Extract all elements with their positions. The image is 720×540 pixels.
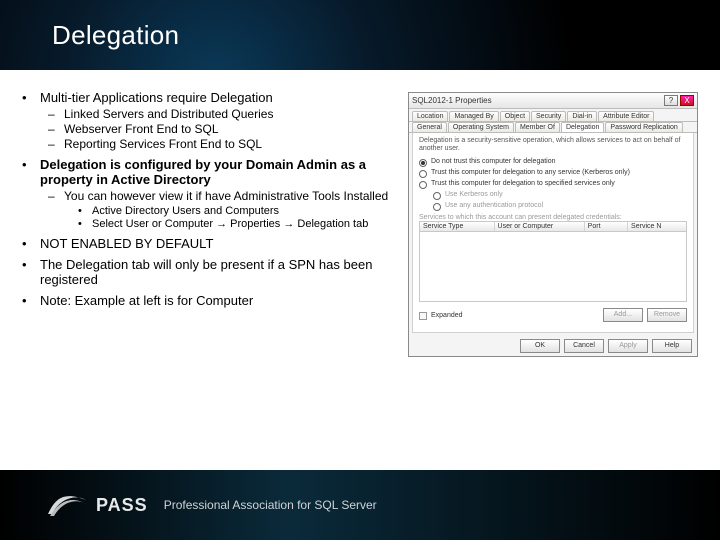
col-service-type: Service Type <box>420 222 495 231</box>
bullet-not-enabled: NOT ENABLED BY DEFAULT <box>18 236 408 251</box>
slide-title: Delegation <box>52 20 179 51</box>
checkbox-icon <box>419 312 427 320</box>
remove-button[interactable]: Remove <box>647 308 687 322</box>
help-button-footer[interactable]: Help <box>652 339 692 353</box>
tab-row-1: Location Managed By Object Security Dial… <box>409 109 697 122</box>
tab-object[interactable]: Object <box>500 111 530 121</box>
expanded-checkbox[interactable]: Expanded <box>419 312 463 320</box>
checkbox-label: Expanded <box>431 312 463 319</box>
delegation-note: Delegation is a security-sensitive opera… <box>419 137 687 154</box>
bullet-multi-tier: Multi-tier Applications require Delegati… <box>18 90 408 151</box>
dialog-column: SQL2012-1 Properties ? X Location Manage… <box>408 90 708 357</box>
properties-dialog: SQL2012-1 Properties ? X Location Manage… <box>408 92 698 357</box>
sub-bullet: Linked Servers and Distributed Queries <box>40 107 408 121</box>
radio-kerberos-only[interactable]: Use Kerberos only <box>433 191 687 200</box>
radio-label: Use any authentication protocol <box>445 202 543 209</box>
slide: Delegation Multi-tier Applications requi… <box>0 0 720 540</box>
radio-label: Trust this computer for delegation to sp… <box>431 180 615 187</box>
bullet-tab-present: The Delegation tab will only be present … <box>18 257 408 287</box>
radio-label: Use Kerberos only <box>445 191 503 198</box>
bullet-lead: NOT ENABLED BY DEFAULT <box>40 236 213 251</box>
dialog-titlebar: SQL2012-1 Properties ? X <box>409 93 697 109</box>
tab-delegation[interactable]: Delegation <box>561 122 604 132</box>
ok-button[interactable]: OK <box>520 339 560 353</box>
sub2-bullet: Select User or Computer → Properties → D… <box>64 218 408 230</box>
dialog-title-text: SQL2012-1 Properties <box>412 96 492 105</box>
col-service-name: Service N <box>628 222 686 231</box>
services-list[interactable] <box>419 232 687 302</box>
add-button[interactable]: Add... <box>603 308 643 322</box>
tab-general[interactable]: General <box>412 122 447 132</box>
pass-logo: PASS <box>46 490 148 520</box>
services-list-label: Services to which this account can prese… <box>419 214 687 221</box>
tab-row-2: General Operating System Member Of Deleg… <box>409 122 697 133</box>
tab-member-of[interactable]: Member Of <box>515 122 560 132</box>
radio-trust-specified[interactable]: Trust this computer for delegation to sp… <box>419 180 687 189</box>
radio-do-not-trust[interactable]: Do not trust this computer for delegatio… <box>419 158 687 167</box>
apply-button[interactable]: Apply <box>608 339 648 353</box>
bullet-lead: Delegation is configured by your Domain … <box>40 157 366 187</box>
radio-icon <box>433 192 441 200</box>
dialog-footer-actions: OK Cancel Apply Help <box>409 336 697 356</box>
col-port: Port <box>585 222 628 231</box>
sub-bullet: You can however view it if have Administ… <box>40 189 408 230</box>
tab-password-replication[interactable]: Password Replication <box>605 122 682 132</box>
radio-icon <box>419 159 427 167</box>
radio-icon <box>419 170 427 178</box>
help-button[interactable]: ? <box>664 95 678 106</box>
radio-trust-any[interactable]: Trust this computer for delegation to an… <box>419 169 687 178</box>
bullet-delegation-config: Delegation is configured by your Domain … <box>18 157 408 230</box>
footer: PASS Professional Association for SQL Se… <box>0 470 720 540</box>
sub-bullet: Reporting Services Front End to SQL <box>40 137 408 151</box>
radio-label: Do not trust this computer for delegatio… <box>431 158 556 165</box>
sub-bullet-text: You can however view it if have Administ… <box>64 189 388 203</box>
footer-subtitle: Professional Association for SQL Server <box>164 498 377 512</box>
services-list-header: Service Type User or Computer Port Servi… <box>419 221 687 232</box>
radio-any-auth[interactable]: Use any authentication protocol <box>433 202 687 211</box>
radio-label: Trust this computer for delegation to an… <box>431 169 630 176</box>
bullet-lead: Note: Example at left is for Computer <box>40 293 253 308</box>
text-column: Multi-tier Applications require Delegati… <box>18 90 408 357</box>
cancel-button[interactable]: Cancel <box>564 339 604 353</box>
col-user-computer: User or Computer <box>495 222 585 231</box>
bullet-lead: The Delegation tab will only be present … <box>40 257 372 287</box>
tab-location[interactable]: Location <box>412 111 448 121</box>
dialog-body: Delegation is a security-sensitive opera… <box>412 133 694 333</box>
tab-operating-system[interactable]: Operating System <box>448 122 514 132</box>
slide-body: Multi-tier Applications require Delegati… <box>18 90 720 357</box>
tab-attribute-editor[interactable]: Attribute Editor <box>598 111 654 121</box>
tab-security[interactable]: Security <box>531 111 566 121</box>
sub-bullet: Webserver Front End to SQL <box>40 122 408 136</box>
tab-dial-in[interactable]: Dial-in <box>567 111 597 121</box>
footer-brand: PASS <box>96 495 148 516</box>
logo-icon <box>46 490 88 520</box>
title-bar: Delegation <box>0 0 720 70</box>
close-button[interactable]: X <box>680 95 694 106</box>
radio-icon <box>419 181 427 189</box>
bullet-lead: Multi-tier Applications require Delegati… <box>40 90 273 105</box>
radio-icon <box>433 203 441 211</box>
sub2-bullet: Active Directory Users and Computers <box>64 205 408 217</box>
tab-managed-by[interactable]: Managed By <box>449 111 498 121</box>
bullet-note-example: Note: Example at left is for Computer <box>18 293 408 308</box>
